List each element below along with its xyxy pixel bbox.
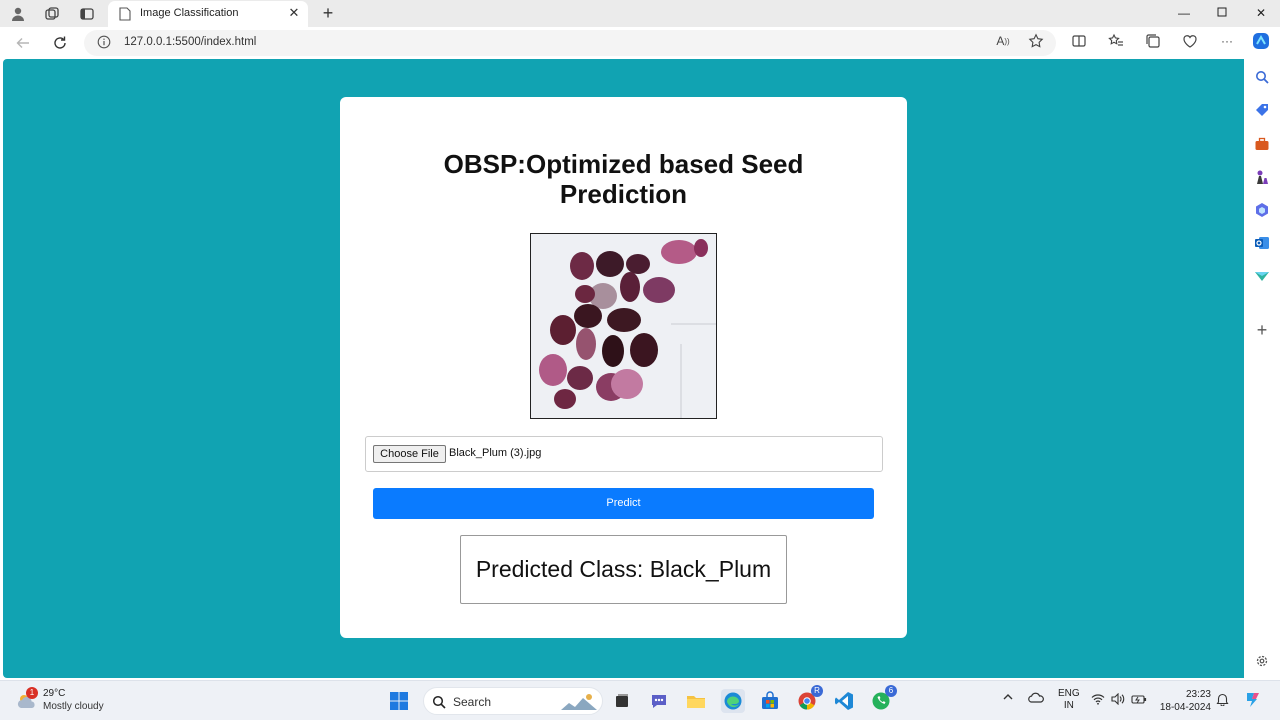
url-text: 127.0.0.1:5500/index.html: [124, 36, 257, 48]
choose-file-button[interactable]: Choose File: [373, 445, 446, 463]
search-label: Search: [453, 695, 492, 709]
shopping-tag-icon[interactable]: [1253, 101, 1271, 119]
battery-icon[interactable]: [1131, 693, 1147, 708]
active-tab[interactable]: Image Classification ✕: [108, 1, 308, 27]
close-tab-icon[interactable]: ✕: [286, 5, 302, 21]
tab-actions-icon[interactable]: [78, 5, 96, 23]
weather-description: Mostly cloudy: [43, 701, 104, 712]
minimize-icon[interactable]: —: [1169, 4, 1199, 22]
seed-photo: [531, 234, 716, 418]
search-icon[interactable]: [1253, 68, 1271, 86]
file-explorer-icon[interactable]: [684, 689, 708, 713]
clock-time: 23:23: [1185, 689, 1211, 700]
weather-alert-badge: 1: [26, 687, 38, 699]
chat-app-icon[interactable]: [647, 689, 671, 713]
back-icon[interactable]: [13, 33, 33, 53]
wifi-icon[interactable]: [1091, 693, 1105, 708]
whatsapp-icon[interactable]: 6: [869, 685, 897, 713]
edge-browser-icon[interactable]: [721, 689, 745, 713]
taskbar-search[interactable]: Search: [423, 687, 603, 715]
content-card: OBSP:Optimized based Seed Prediction Cho…: [340, 97, 907, 638]
outlook-icon[interactable]: [1253, 234, 1271, 252]
show-hidden-icons-icon[interactable]: [1002, 691, 1014, 706]
notification-bell-icon[interactable]: [1216, 692, 1229, 709]
more-options-icon[interactable]: ···: [1218, 32, 1236, 50]
games-icon[interactable]: [1253, 168, 1271, 186]
chrome-profile-badge: R: [811, 685, 823, 697]
split-screen-icon[interactable]: [1070, 32, 1088, 50]
tab-title: Image Classification: [140, 7, 239, 19]
copilot-icon[interactable]: [1252, 32, 1270, 50]
region-code: IN: [1063, 700, 1074, 711]
read-aloud-icon[interactable]: A)): [994, 32, 1012, 50]
clock-date: 18-04-2024: [1159, 702, 1211, 713]
send-icon[interactable]: [1253, 267, 1271, 285]
whatsapp-unread-badge: 6: [885, 685, 897, 697]
favorite-star-icon[interactable]: [1027, 32, 1045, 50]
add-icon[interactable]: +: [1253, 320, 1271, 340]
language-code: ENG: [1058, 688, 1080, 699]
start-windows-icon[interactable]: [387, 689, 411, 713]
browser-essentials-icon[interactable]: [1181, 32, 1199, 50]
search-highlight-icon: [559, 692, 599, 717]
system-clock[interactable]: 23:23 18-04-2024: [1155, 688, 1211, 714]
browser-toolbar: 127.0.0.1:5500/index.html A)) ···: [0, 27, 1280, 59]
weather-widget[interactable]: 1 29°C Mostly cloudy: [14, 687, 124, 715]
search-icon: [432, 695, 446, 714]
microsoft-365-icon[interactable]: [1253, 201, 1271, 219]
task-view-icon[interactable]: [610, 689, 634, 713]
predict-button[interactable]: Predict: [373, 488, 874, 519]
collections-icon[interactable]: [1144, 32, 1162, 50]
input-language[interactable]: ENG IN: [1058, 688, 1080, 712]
settings-gear-icon[interactable]: [1253, 652, 1271, 670]
site-info-icon[interactable]: [97, 35, 111, 54]
page-title: OBSP:Optimized based Seed Prediction: [443, 149, 804, 209]
edge-sidebar: +: [1244, 59, 1280, 678]
maximize-icon[interactable]: [1207, 4, 1237, 22]
seed-image-preview: [530, 233, 717, 419]
address-bar[interactable]: 127.0.0.1:5500/index.html: [84, 30, 1056, 56]
page-icon: [119, 7, 131, 26]
onedrive-icon[interactable]: [1028, 692, 1044, 707]
taskbar: 1 29°C Mostly cloudy Search R 6 ENG IN 2…: [0, 680, 1280, 720]
prediction-result: Predicted Class: Black_Plum: [460, 535, 787, 604]
copilot-taskbar-icon[interactable]: [1243, 689, 1263, 712]
store-icon[interactable]: [758, 689, 782, 713]
weather-temperature: 29°C: [43, 688, 66, 699]
tools-icon[interactable]: [1253, 135, 1271, 153]
volume-icon[interactable]: [1111, 692, 1125, 708]
favorites-icon[interactable]: [1107, 32, 1125, 50]
chrome-icon[interactable]: R: [795, 685, 823, 713]
selected-file-name: Black_Plum (3).jpg: [449, 447, 542, 459]
file-input[interactable]: Choose File Black_Plum (3).jpg: [365, 436, 883, 472]
refresh-icon[interactable]: [50, 33, 70, 53]
page-viewport: OBSP:Optimized based Seed Prediction Cho…: [3, 59, 1244, 678]
profile-icon[interactable]: [9, 5, 27, 23]
new-tab-icon[interactable]: +: [318, 4, 338, 24]
workspaces-icon[interactable]: [43, 5, 61, 23]
close-window-icon[interactable]: ✕: [1246, 4, 1276, 22]
tab-strip: Image Classification ✕ + — ✕: [0, 0, 1280, 27]
vscode-icon[interactable]: [832, 689, 856, 713]
